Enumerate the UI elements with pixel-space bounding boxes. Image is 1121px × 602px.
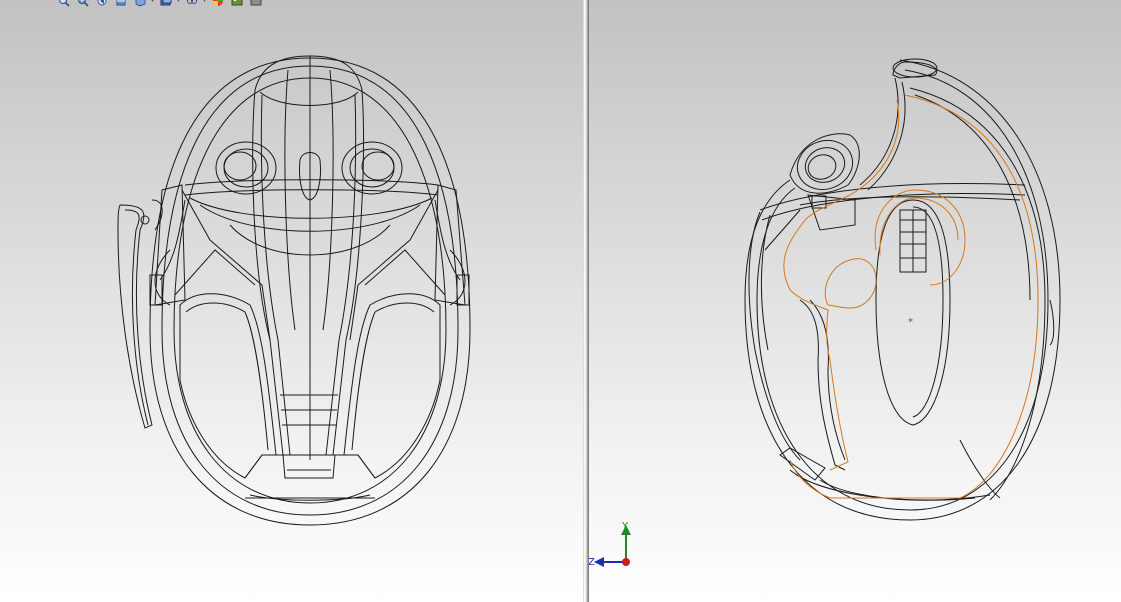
z-axis-label: Z xyxy=(589,557,595,568)
z-axis-arrowhead xyxy=(594,557,604,567)
triad-origin xyxy=(622,558,630,566)
coordinate-triad xyxy=(594,525,631,567)
y-axis-label: Y xyxy=(622,521,629,532)
helmet-side-view[interactable]: * xyxy=(589,0,1121,602)
svg-text:*: * xyxy=(908,317,913,328)
graphics-viewport-left[interactable]: ▾ ▾ ▾ xyxy=(0,0,583,602)
graphics-viewport-right[interactable]: * Y Z xyxy=(589,0,1121,602)
helmet-front-view[interactable] xyxy=(0,0,583,602)
